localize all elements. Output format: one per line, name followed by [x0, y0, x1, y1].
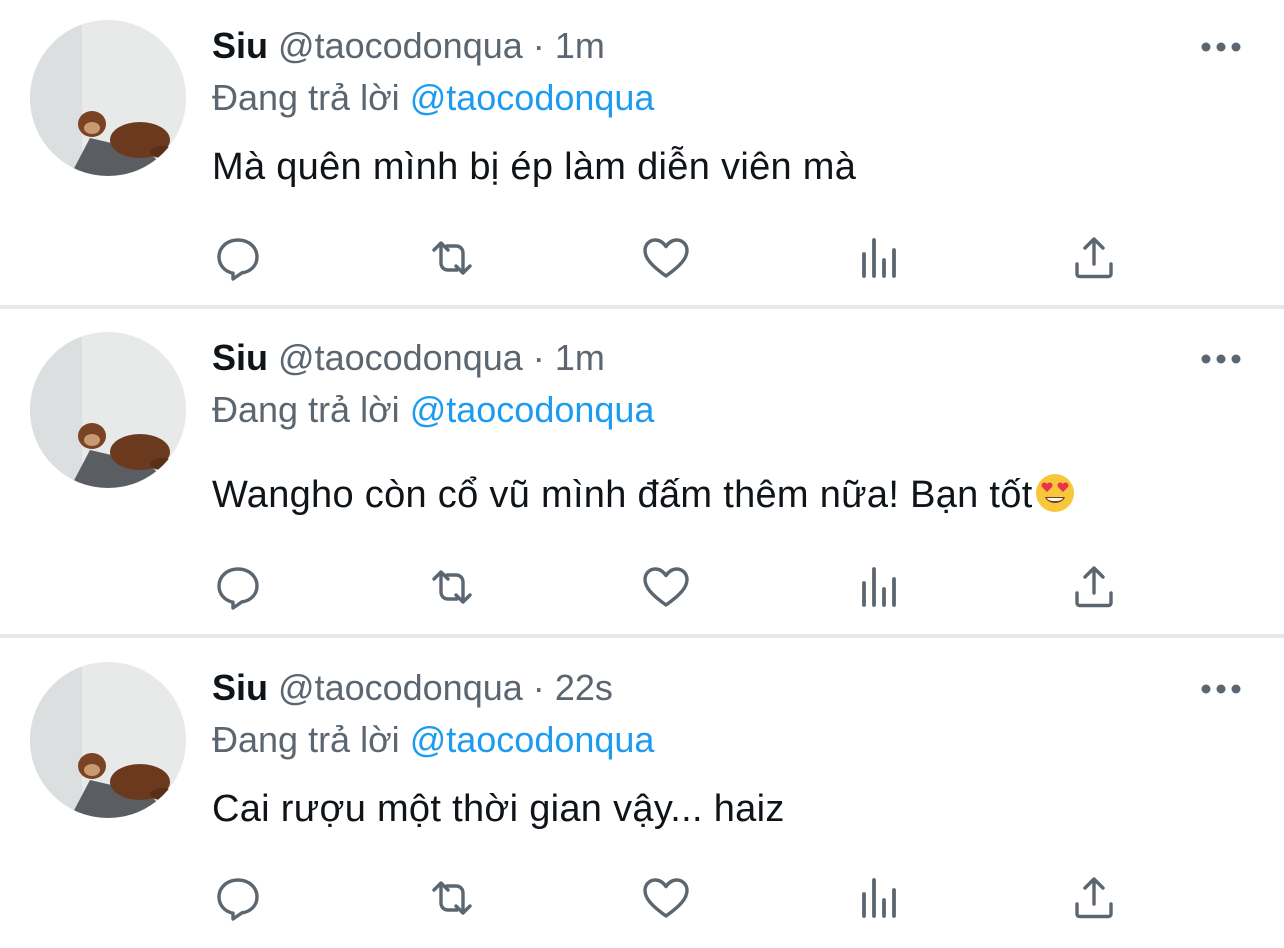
more-icon[interactable]	[1198, 344, 1244, 374]
separator-dot: ·	[532, 25, 545, 66]
tweet-actions	[0, 872, 1284, 928]
timestamp[interactable]: 22s	[555, 667, 613, 708]
heart-icon[interactable]	[640, 872, 692, 924]
tweet-actions	[0, 232, 1284, 288]
avatar[interactable]	[30, 20, 186, 176]
heart-icon[interactable]	[640, 561, 692, 613]
timestamp[interactable]: 1m	[555, 337, 605, 378]
share-icon[interactable]	[1068, 872, 1120, 924]
separator-dot: ·	[532, 337, 545, 378]
reply-prefix: Đang trả lời	[212, 389, 400, 430]
author-name[interactable]: Siu	[212, 25, 268, 66]
stats-icon[interactable]	[854, 232, 906, 284]
reply-prefix: Đang trả lời	[212, 719, 400, 760]
timestamp[interactable]: 1m	[555, 25, 605, 66]
retweet-icon[interactable]	[426, 561, 478, 613]
tweet-1[interactable]: Siu @taocodonqua · 1m Đang trả lời @taoc…	[0, 0, 1284, 305]
avatar-image	[30, 20, 186, 176]
avatar-image	[30, 332, 186, 488]
stats-icon[interactable]	[854, 872, 906, 924]
avatar[interactable]	[30, 662, 186, 818]
reply-icon[interactable]	[212, 232, 264, 284]
reply-prefix: Đang trả lời	[212, 77, 400, 118]
stats-icon[interactable]	[854, 561, 906, 613]
author-handle[interactable]: @taocodonqua	[278, 25, 523, 66]
heart-icon[interactable]	[640, 232, 692, 284]
share-icon[interactable]	[1068, 232, 1120, 284]
author-handle[interactable]: @taocodonqua	[278, 667, 523, 708]
tweet-header: Siu @taocodonqua · 1m	[212, 336, 605, 380]
reply-context: Đang trả lời @taocodonqua	[212, 388, 654, 432]
tweet-3[interactable]: Siu @taocodonqua · 22s Đang trả lời @tao…	[0, 638, 1284, 948]
reply-mention-link[interactable]: @taocodonqua	[410, 77, 655, 118]
more-icon[interactable]	[1198, 674, 1244, 704]
reply-context: Đang trả lời @taocodonqua	[212, 76, 654, 120]
separator-dot: ·	[532, 667, 545, 708]
tweet-header: Siu @taocodonqua · 1m	[212, 24, 605, 68]
tweet-text: Wangho còn cổ vũ mình đấm thêm nữa! Bạn …	[212, 472, 1075, 524]
retweet-icon[interactable]	[426, 232, 478, 284]
author-handle[interactable]: @taocodonqua	[278, 337, 523, 378]
author-name[interactable]: Siu	[212, 337, 268, 378]
avatar-image	[30, 662, 186, 818]
avatar[interactable]	[30, 332, 186, 488]
reply-mention-link[interactable]: @taocodonqua	[410, 389, 655, 430]
tweet-text: Mà quên mình bị ép làm diễn viên mà	[212, 146, 857, 188]
tweet-text: Cai rượu một thời gian vậy... haiz	[212, 788, 785, 830]
more-icon[interactable]	[1198, 32, 1244, 62]
tweet-2[interactable]: Siu @taocodonqua · 1m Đang trả lời @taoc…	[0, 309, 1284, 634]
share-icon[interactable]	[1068, 561, 1120, 613]
tweet-text-content: Wangho còn cổ vũ mình đấm thêm nữa! Bạn …	[212, 474, 1033, 516]
tweet-header: Siu @taocodonqua · 22s	[212, 666, 613, 710]
tweet-actions	[0, 561, 1284, 617]
author-name[interactable]: Siu	[212, 667, 268, 708]
reply-icon[interactable]	[212, 561, 264, 613]
retweet-icon[interactable]	[426, 872, 478, 924]
reply-icon[interactable]	[212, 872, 264, 924]
heart-eyes-emoji	[1035, 473, 1075, 524]
reply-mention-link[interactable]: @taocodonqua	[410, 719, 655, 760]
reply-context: Đang trả lời @taocodonqua	[212, 718, 654, 762]
